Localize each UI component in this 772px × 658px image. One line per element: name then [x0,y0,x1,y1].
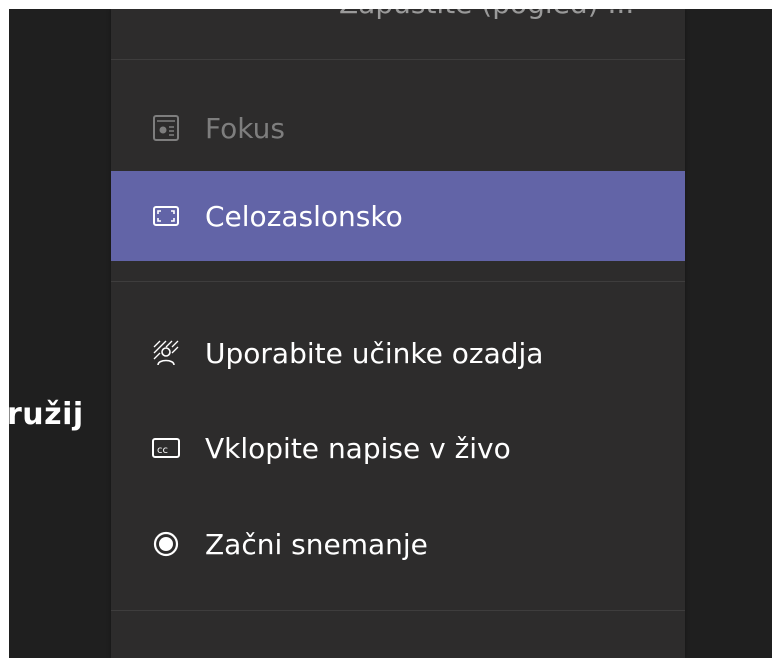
stage-partial-text: ružij [9,397,84,432]
menu-item-focus[interactable]: Fokus [111,83,685,173]
focus-icon [151,113,181,143]
menu-item-label: Vklopite napise v živo [205,431,511,465]
menu-item-fullscreen[interactable]: Celozaslonsko [111,171,685,261]
menu-divider [111,610,685,611]
menu-divider [111,281,685,282]
menu-item-label: Začni snemanje [205,527,428,561]
meeting-stage: ružij Zapustite (pogled) ... Fokus [9,9,772,658]
menu-item-background-effects[interactable]: Uporabite učinke ozadja [111,308,685,398]
menu-item-label: Uporabite učinke ozadja [205,336,544,370]
svg-text:cc: cc [157,445,168,456]
more-actions-menu: Zapustite (pogled) ... Fokus [111,9,685,658]
menu-item-cut-off-label: Zapustite (pogled) ... [339,9,634,20]
captions-icon: cc [151,433,181,463]
menu-item-start-recording[interactable]: Začni snemanje [111,499,685,589]
menu-item-live-captions[interactable]: cc Vklopite napise v živo [111,403,685,493]
fullscreen-icon [151,201,181,231]
menu-divider [111,59,685,60]
record-icon [151,529,181,559]
menu-item-label: Celozaslonsko [205,199,403,233]
menu-item-label: Fokus [205,111,285,145]
background-effects-icon [151,338,181,368]
